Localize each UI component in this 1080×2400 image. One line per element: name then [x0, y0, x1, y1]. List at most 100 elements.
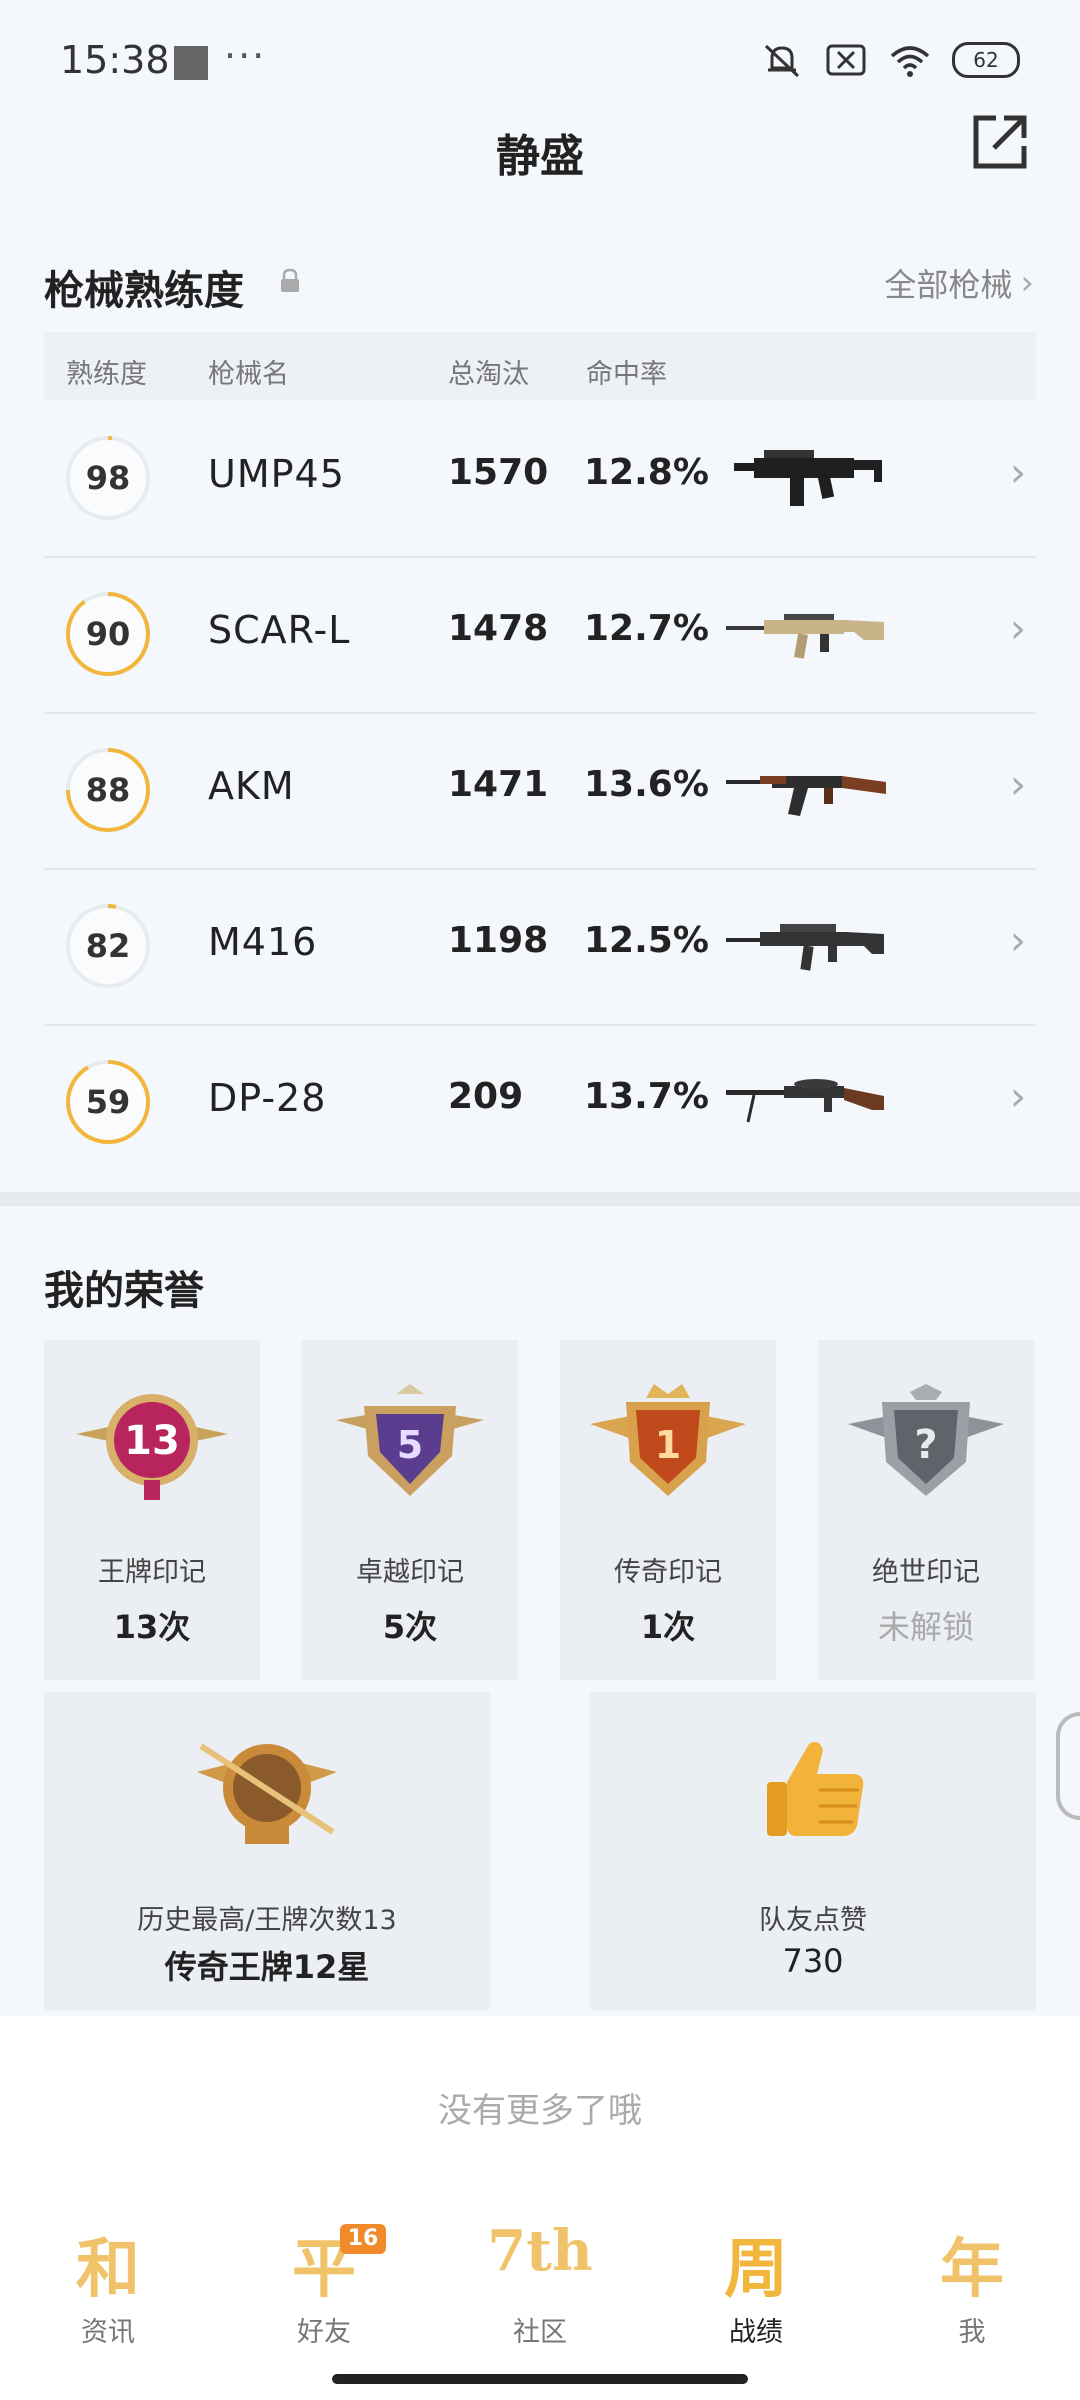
teammate-likes-card[interactable]: 队友点赞 730: [590, 1692, 1036, 2010]
page-header: 静盛: [0, 110, 1080, 200]
tab-label: 战绩: [729, 2317, 783, 2348]
weapon-row[interactable]: 88 AKM 1471 13.6% ›: [44, 712, 1036, 870]
weapon-accuracy: 13.7%: [584, 1076, 709, 1117]
mute-bell-icon: [764, 44, 800, 78]
tab-label: 好友: [297, 2317, 351, 2348]
locked-badge-icon: ?: [848, 1384, 1004, 1496]
weapon-kills: 1471: [448, 764, 549, 805]
thumbs-up-icon: [767, 1742, 864, 1836]
weapon-table-header: 熟练度 枪械名 总淘汰 命中率: [44, 332, 1036, 400]
section-divider: [0, 1192, 1080, 1206]
chevron-right-icon: ›: [1010, 606, 1026, 652]
side-drawer-handle[interactable]: [1056, 1712, 1080, 1820]
legend-badge-icon: 1: [590, 1384, 746, 1496]
honor-card-legend[interactable]: 1 传奇印记 1次: [560, 1340, 776, 1680]
legend-badge-number: 1: [655, 1423, 681, 1467]
tab-friends[interactable]: 平 16 好友: [216, 2218, 432, 2348]
friends-count-badge: 16: [340, 2224, 386, 2254]
honor-name: 传奇印记: [614, 1557, 722, 1588]
tab-me[interactable]: 年 我: [864, 2218, 1080, 2348]
weapon-kills: 1570: [448, 452, 549, 493]
honor-card-ace[interactable]: 13 王牌印记 13次: [44, 1340, 260, 1680]
mastery-ring: 90: [64, 590, 152, 678]
elite-badge-number: 5: [397, 1423, 423, 1467]
share-icon[interactable]: [968, 110, 1032, 174]
elite-badge-icon: 5: [336, 1384, 484, 1496]
notification-square-icon: [174, 46, 208, 80]
weapon-name: UMP45: [208, 452, 345, 496]
weapon-section-title: 枪械熟练度: [44, 268, 244, 314]
weapon-kills: 1478: [448, 608, 549, 649]
mastery-ring: 88: [64, 746, 152, 834]
honor-value: 1次: [640, 1608, 696, 1646]
highest-rank-value: 传奇王牌12星: [164, 1948, 370, 1986]
wifi-icon: [890, 46, 930, 77]
ace-badge-number: 13: [124, 1418, 180, 1464]
honor-value: 未解锁: [877, 1608, 974, 1646]
col-kills: 总淘汰: [448, 359, 529, 390]
community-tab-icon: 7th: [487, 2218, 593, 2284]
weapon-row[interactable]: 98 UMP45 1570 12.8% ›: [44, 400, 1036, 558]
bottom-tab-bar: 和 资讯 平 16 好友 7th 社区 周 战绩 年 我: [0, 2206, 1080, 2400]
chevron-right-icon: ›: [1010, 918, 1026, 964]
honors-section-title: 我的荣誉: [44, 1268, 204, 1314]
mastery-value: 82: [85, 927, 131, 965]
status-time: 15:38: [60, 38, 170, 82]
no-sim-icon: [826, 44, 866, 76]
more-notifications-icon: ···: [224, 34, 267, 78]
rifle-icon: [726, 924, 884, 971]
honor-value: 13次: [113, 1608, 191, 1646]
highest-rank-card[interactable]: 历史最高/王牌次数13 传奇王牌12星: [44, 1692, 490, 2010]
honor-card-elite[interactable]: 5 卓越印记 5次: [302, 1340, 518, 1680]
rifle-icon: [726, 776, 886, 816]
weapon-name: DP-28: [208, 1076, 327, 1120]
battery-icon: 62: [952, 42, 1020, 78]
all-weapons-label: 全部枪械: [884, 266, 1013, 304]
highest-rank-label: 历史最高/王牌次数13: [137, 1905, 397, 1936]
mastery-ring: 59: [64, 1058, 152, 1146]
weapon-accuracy: 12.7%: [584, 608, 709, 649]
likes-label: 队友点赞: [759, 1905, 867, 1936]
weapon-row[interactable]: 90 SCAR-L 1478 12.7% ›: [44, 556, 1036, 714]
mastery-ring: 98: [64, 434, 152, 522]
weapon-accuracy: 12.8%: [584, 452, 709, 493]
friends-tab-icon: 平: [292, 2232, 356, 2307]
honors-section: 我的荣誉 13 王牌印记 13次 5 卓越印记 5次 1 传奇印记 1次 ? 绝…: [0, 1206, 1080, 2016]
me-tab-icon: 年: [940, 2232, 1004, 2307]
col-mastery: 熟练度: [66, 359, 147, 390]
weapon-row[interactable]: 82 M416 1198 12.5% ›: [44, 868, 1036, 1026]
likes-value: 730: [782, 1942, 844, 1980]
weapon-name: SCAR-L: [208, 608, 351, 652]
mastery-value: 90: [85, 615, 131, 653]
col-name: 枪械名: [208, 359, 289, 390]
weapon-accuracy: 12.5%: [584, 920, 709, 961]
ace-badge-icon: 13: [76, 1394, 228, 1500]
legend-ace-badge-icon: [197, 1743, 337, 1844]
all-weapons-link[interactable]: 全部枪械 ›: [884, 260, 1034, 306]
rifle-icon: [726, 614, 884, 659]
tab-community[interactable]: 7th 社区: [432, 2218, 648, 2348]
end-of-list-text: 没有更多了哦: [0, 2016, 1080, 2206]
tab-news[interactable]: 和 资讯: [0, 2218, 216, 2348]
weapon-mastery-section: 枪械熟练度 全部枪械 › 熟练度 枪械名 总淘汰 命中率 98 UMP45 15…: [0, 220, 1080, 1190]
tab-record[interactable]: 周 战绩: [648, 2218, 864, 2348]
honor-name: 卓越印记: [356, 1557, 464, 1588]
weapon-kills: 209: [448, 1076, 524, 1117]
status-bar: 15:38 ··· 62: [0, 0, 1080, 120]
machine-gun-icon: [726, 1079, 884, 1123]
status-icons: 62: [760, 40, 1020, 80]
tab-label: 资讯: [81, 2317, 135, 2348]
chevron-right-icon: ›: [1010, 762, 1026, 808]
honor-card-peerless[interactable]: ? 绝世印记 未解锁: [818, 1340, 1034, 1680]
record-tab-icon: 周: [724, 2232, 788, 2307]
mastery-value: 59: [85, 1083, 131, 1121]
honor-name: 王牌印记: [98, 1557, 206, 1588]
mastery-value: 98: [85, 459, 131, 497]
weapon-name: M416: [208, 920, 318, 964]
honor-value: 5次: [382, 1608, 438, 1646]
news-tab-icon: 和: [76, 2232, 140, 2307]
home-indicator[interactable]: [332, 2374, 748, 2384]
tab-label: 社区: [513, 2317, 567, 2348]
chevron-right-icon: ›: [1010, 450, 1026, 496]
weapon-row[interactable]: 59 DP-28 209 13.7% ›: [44, 1024, 1036, 1180]
